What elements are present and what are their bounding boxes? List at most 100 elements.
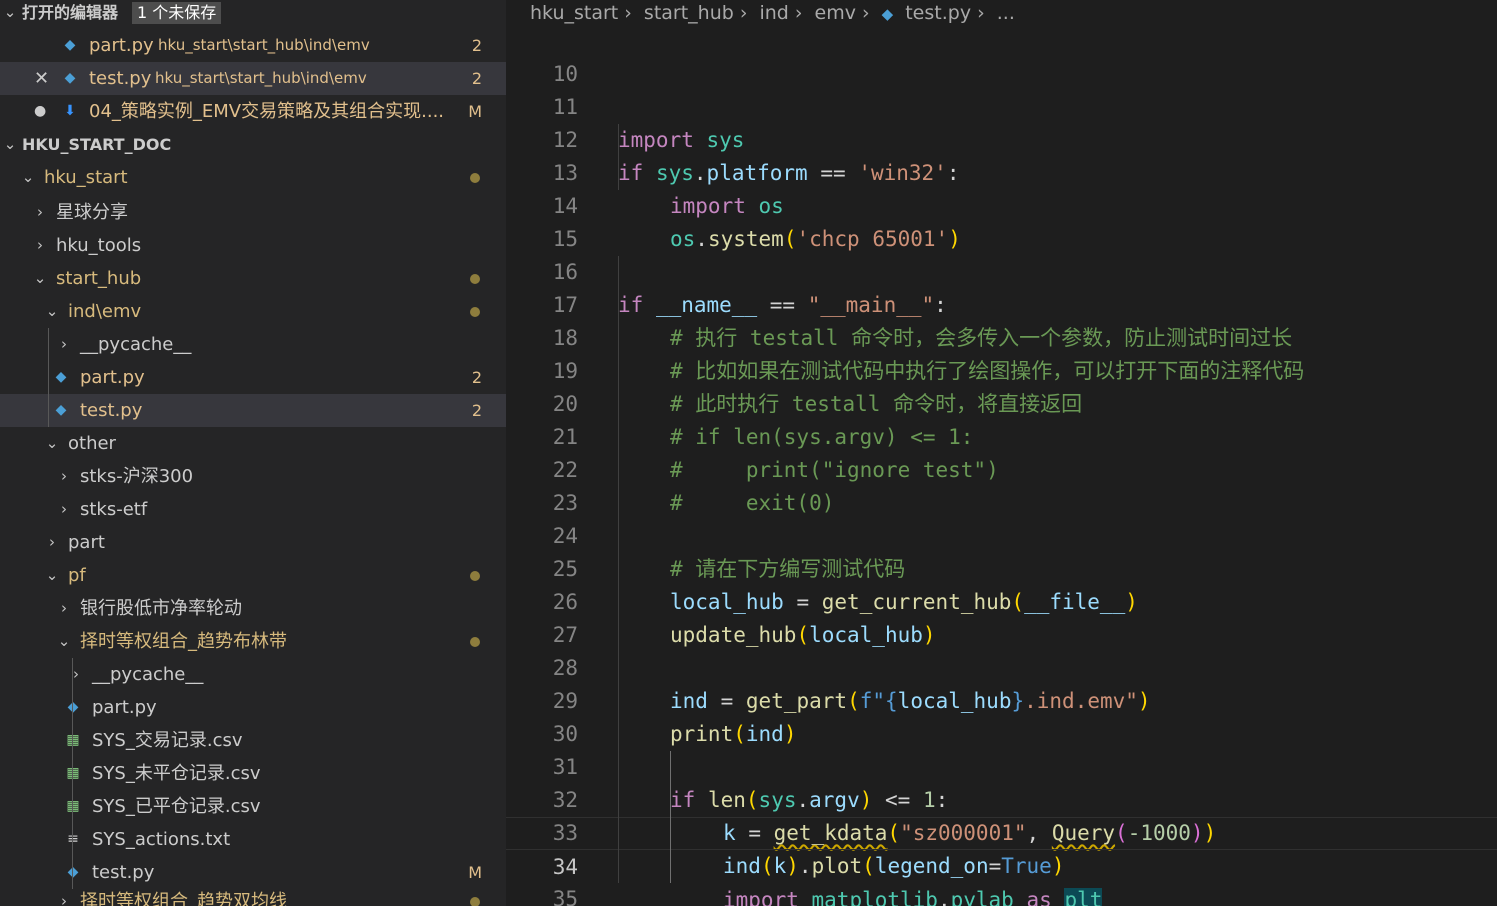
folder-root-header[interactable]: ⌄ HKU_START_DOC xyxy=(0,128,506,161)
code-line[interactable]: 23 xyxy=(506,454,1497,515)
code-line[interactable]: 26 update_hub(local_hub) xyxy=(506,553,1497,647)
tree-item-timing-ma[interactable]: › 择时等权组合_趋势双均线 xyxy=(0,885,506,906)
code-line[interactable]: 29 print(ind) xyxy=(506,652,1497,746)
modified-dot-icon xyxy=(470,885,480,906)
code-line[interactable]: 22 # exit(0) xyxy=(506,421,1497,515)
code-line[interactable]: 35 plt.show() xyxy=(506,850,1497,906)
code-line[interactable]: 36 xyxy=(506,883,1497,906)
open-editor-item-part[interactable]: ◆ part.py hku_start\start_hub\ind\emv 2 xyxy=(0,29,506,62)
tree-item-xingqiu[interactable]: › 星球分享 xyxy=(0,196,506,229)
chevron-right-icon: › xyxy=(61,599,67,617)
tree-item-part-py[interactable]: ◆ part.py 2 xyxy=(0,361,506,394)
tree-item-hku-start[interactable]: ⌄ hku_start xyxy=(0,161,506,194)
tree-item-label: start_hub xyxy=(56,268,142,289)
code-line[interactable]: 20 # if len(sys.argv) <= 1: xyxy=(506,355,1497,449)
chevron-down-icon: ⌄ xyxy=(57,632,71,650)
tree-item-label: stks-沪深300 xyxy=(80,466,194,487)
code-line[interactable]: 28 ind = get_part(f"{local_hub}.ind.emv"… xyxy=(506,619,1497,713)
tree-item-csv-open[interactable]: ▦ SYS_未平仓记录.csv xyxy=(0,757,506,790)
table-file-icon: ▦ xyxy=(63,790,83,823)
open-editors-header[interactable]: ⌄ 打开的编辑器 xyxy=(0,0,506,29)
tree-item-label: __pycache__ xyxy=(80,334,192,355)
problem-count-badge: 2 xyxy=(471,69,482,88)
open-editor-item-test[interactable]: ✕ ◆ test.py hku_start\start_hub\ind\emv … xyxy=(0,62,506,95)
code-line[interactable]: 10 xyxy=(506,25,1497,86)
tree-item-part-py-2[interactable]: ◆ part.py xyxy=(0,691,506,724)
code-line[interactable]: 30 xyxy=(506,685,1497,746)
breadcrumb-separator-icon: › xyxy=(739,2,748,24)
python-file-icon: ◆ xyxy=(64,70,76,86)
modified-badge: M xyxy=(468,102,482,121)
tree-item-hku-tools[interactable]: › hku_tools xyxy=(0,229,506,262)
unsaved-count-badge: 1 个未保存 xyxy=(132,2,222,24)
code-line[interactable]: 27 xyxy=(506,586,1497,647)
breadcrumb-separator-icon: › xyxy=(794,2,803,24)
chevron-right-icon: › xyxy=(61,335,67,353)
tree-item-label: SYS_交易记录.csv xyxy=(92,730,243,751)
indent-guide xyxy=(72,658,73,889)
breadcrumb-item[interactable]: test.py xyxy=(905,2,971,24)
breadcrumb-item[interactable]: start_hub xyxy=(644,2,734,24)
tree-item-test-py[interactable]: ◆ test.py 2 xyxy=(0,394,506,427)
chevron-down-icon: ⌄ xyxy=(45,434,59,452)
breadcrumb-item[interactable]: hku_start xyxy=(530,2,618,24)
code-line[interactable]: 17 # 执行 testall 命令时，会多传入一个参数，防止测试时间过长 xyxy=(506,256,1497,350)
table-file-icon: ▦ xyxy=(63,724,83,757)
code-line[interactable]: 25 local_hub = get_current_hub(__file__) xyxy=(506,520,1497,614)
chevron-right-icon: › xyxy=(73,665,79,683)
tree-item-pycache-2[interactable]: › __pycache__ xyxy=(0,658,506,691)
modified-dot-icon xyxy=(470,559,480,592)
modified-dot-icon xyxy=(470,161,480,194)
tree-item-label: 择时等权组合_趋势布林带 xyxy=(80,631,287,652)
code-line[interactable]: 16 if __name__ == "__main__": xyxy=(506,223,1497,317)
chevron-down-icon: ⌄ xyxy=(3,135,17,153)
breadcrumb: hku_start › start_hub › ind › emv › ◆ test.p… xyxy=(530,0,1021,26)
tree-item-stks-hs300[interactable]: › stks-沪深300 xyxy=(0,460,506,493)
tree-item-csv-trade[interactable]: ▦ SYS_交易记录.csv xyxy=(0,724,506,757)
code-line[interactable]: 33 ind(k).plot(legend_on=True) xyxy=(506,784,1497,878)
tree-item-actions-txt[interactable]: ≡ SYS_actions.txt xyxy=(0,823,506,856)
code-editor[interactable]: hku_start › start_hub › ind › emv › ◆ test.p… xyxy=(506,0,1497,906)
tree-item-label: other xyxy=(68,433,116,454)
open-editor-path: hku_start\start_hub\ind\emv xyxy=(158,36,370,54)
tree-item-stks-etf[interactable]: › stks-etf xyxy=(0,493,506,526)
download-arrow-icon: ⬇ xyxy=(64,103,76,119)
code-line[interactable]: 15 xyxy=(506,190,1497,251)
breadcrumb-separator-icon: › xyxy=(624,2,632,24)
tree-item-label: 择时等权组合_趋势双均线 xyxy=(80,891,287,906)
code-line[interactable]: 19 # 此时执行 testall 命令时，将直接返回 xyxy=(506,322,1497,416)
code-line-current[interactable]: 34 import matplotlib.pylab as plt xyxy=(506,817,1497,906)
tree-item-ind-emv[interactable]: ⌄ ind\emv xyxy=(0,295,506,328)
indent-guide xyxy=(48,328,49,427)
tree-item-pf[interactable]: ⌄ pf xyxy=(0,559,506,592)
tree-item-csv-closed[interactable]: ▦ SYS_已平仓记录.csv xyxy=(0,790,506,823)
code-line[interactable]: 12 if sys.platform == 'win32': xyxy=(506,91,1497,185)
breadcrumb-item[interactable]: ... xyxy=(997,2,1015,24)
close-icon[interactable]: ✕ xyxy=(34,62,49,95)
breadcrumb-item[interactable]: emv xyxy=(815,2,856,24)
problem-count-badge: 2 xyxy=(471,36,482,55)
tree-item-start-hub[interactable]: ⌄ start_hub xyxy=(0,262,506,295)
code-line[interactable]: 18 # 比如如果在测试代码中执行了绘图操作，可以打开下面的注释代码 xyxy=(506,289,1497,383)
breadcrumb-item[interactable]: ind xyxy=(759,2,788,24)
tree-item-pycache[interactable]: › __pycache__ xyxy=(0,328,506,361)
unsaved-dot-icon[interactable]: ● xyxy=(34,95,46,128)
modified-dot-icon xyxy=(470,295,480,328)
tree-item-other[interactable]: ⌄ other xyxy=(0,427,506,460)
modified-dot-icon xyxy=(470,625,480,658)
code-line[interactable]: 14 os.system('chcp 65001') xyxy=(506,157,1497,251)
chevron-down-icon: ⌄ xyxy=(45,302,59,320)
code-line[interactable]: 21 # print("ignore test") xyxy=(506,388,1497,482)
code-line[interactable]: 11 import sys xyxy=(506,58,1497,152)
code-line[interactable]: 31 if len(sys.argv) <= 1: xyxy=(506,718,1497,812)
tree-item-part[interactable]: › part xyxy=(0,526,506,559)
chevron-right-icon: › xyxy=(37,203,43,221)
code-line[interactable]: 13 import os xyxy=(506,124,1497,218)
code-line[interactable]: 24 # 请在下方编写测试代码 xyxy=(506,487,1497,581)
chevron-down-icon: ⌄ xyxy=(33,269,47,287)
code-line[interactable]: 32 k = get_kdata("sz000001", Query(-1000… xyxy=(506,751,1497,845)
open-editor-item-notebook[interactable]: ● ⬇ 04_策略实例_EMV交易策略及其组合实现.... M xyxy=(0,95,506,128)
chevron-right-icon: › xyxy=(37,236,43,254)
tree-item-bank-pb[interactable]: › 银行股低市净率轮动 xyxy=(0,592,506,625)
tree-item-timing-boll[interactable]: ⌄ 择时等权组合_趋势布林带 xyxy=(0,625,506,658)
